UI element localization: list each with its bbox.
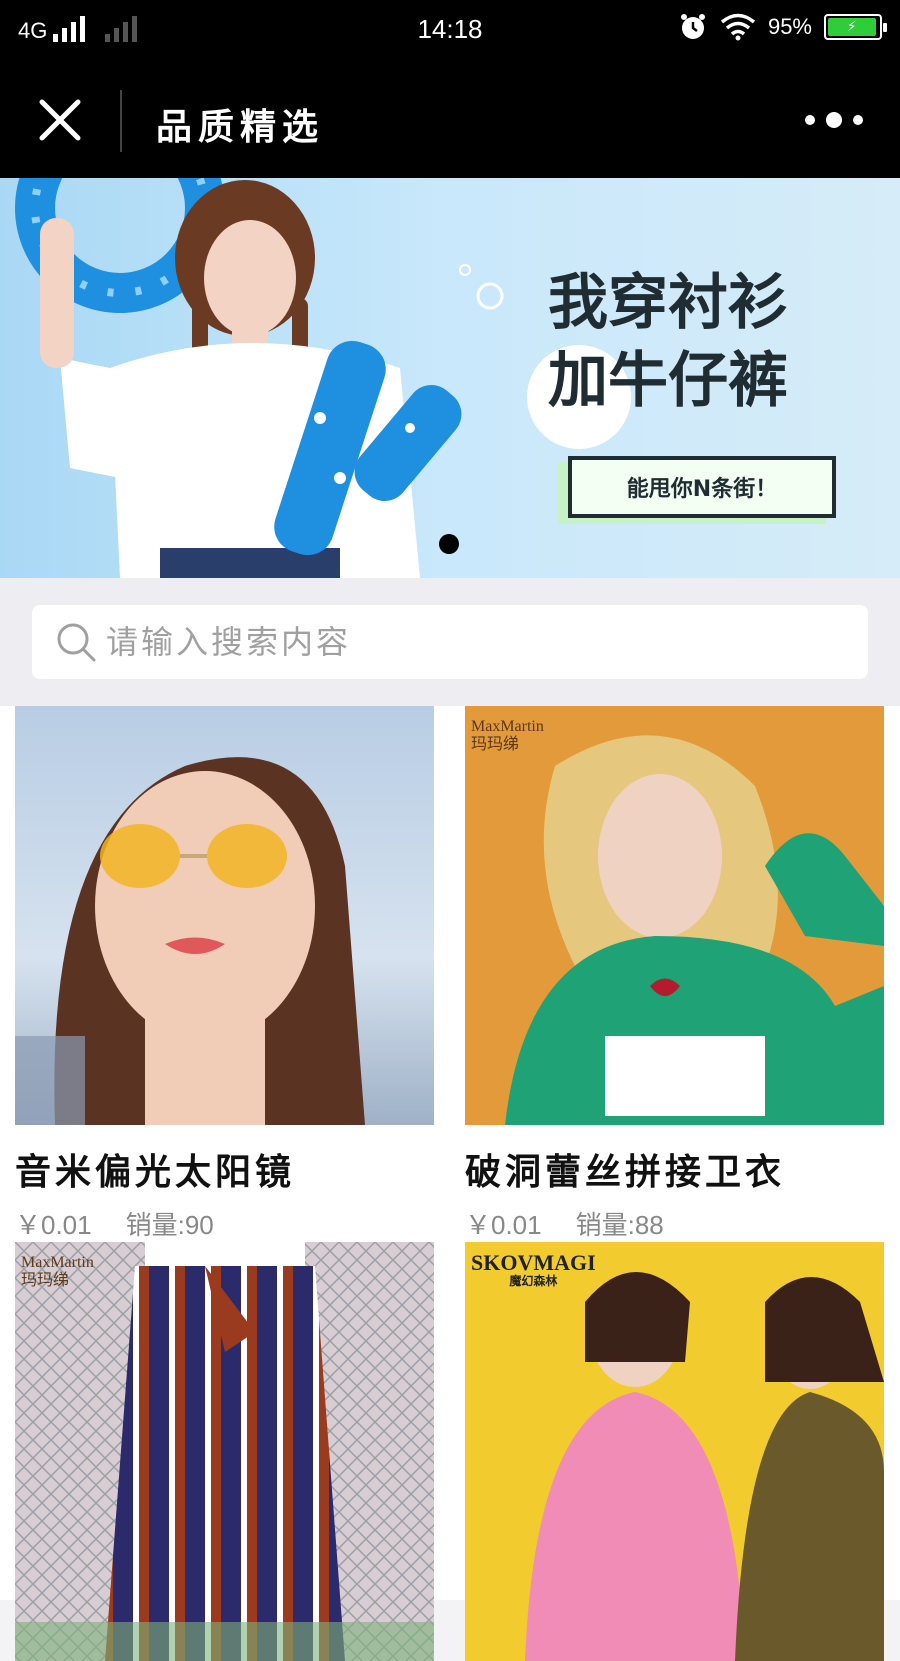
brand-logo: SKOVMAGI 魔幻森林 [471, 1250, 596, 1290]
product-price: ￥0.01 [465, 1210, 542, 1240]
product-image[interactable] [15, 706, 434, 1125]
product-sales: 销量:90 [125, 1210, 214, 1240]
alarm-icon [680, 14, 705, 39]
product-photo-sunglasses [15, 757, 365, 1125]
banner-headline-line1: 我穿衬衫 [548, 268, 788, 338]
more-options-icon[interactable] [790, 108, 870, 132]
product-card[interactable]: 音米偏光太阳镜 ￥0.01 销量:90 [15, 706, 434, 1242]
product-name: 破洞蕾丝拼接卫衣 [465, 1151, 786, 1193]
status-bar: 4G 14:18 95% ⚡ [0, 0, 900, 62]
wifi-icon [720, 13, 756, 41]
search-icon [57, 623, 96, 662]
search-bar[interactable] [32, 605, 868, 679]
product-image[interactable]: SKOVMAGI 魔幻森林 [465, 1242, 884, 1661]
banner-headline: 我穿衬衫 加牛仔裤 [548, 264, 788, 420]
brand-name-cn: 玛玛绨 [471, 736, 520, 753]
banner-headline-line2: 加牛仔裤 [548, 346, 788, 416]
brand-logo: MaxMartin 玛玛绨 [21, 1254, 94, 1290]
product-photo-striped-pants [15, 1242, 434, 1661]
brand-logo: MaxMartin 玛玛绨 [471, 718, 544, 754]
status-icons: 95% ⚡ [678, 12, 887, 42]
product-price: ￥0.01 [15, 1210, 92, 1240]
brand-name: SKOVMAGI [471, 1250, 596, 1275]
banner-model-illustration [15, 178, 504, 578]
promo-banner[interactable]: 我穿衬衫 加牛仔裤 能甩你N条街！ [0, 178, 900, 578]
banner-tagline: 能甩你N条街！ [568, 456, 836, 518]
page-title: 品质精选 [156, 106, 325, 148]
product-photo-pink-hoodie [525, 1272, 884, 1661]
battery-icon: ⚡ [824, 14, 887, 40]
nav-bar: 品质精选 [0, 62, 900, 178]
product-card[interactable]: MaxMartin 玛玛绨 [15, 1242, 434, 1661]
product-meta: ￥0.01 销量:88 [465, 1205, 884, 1242]
product-sales: 销量:88 [575, 1210, 664, 1240]
search-section [0, 578, 900, 706]
product-image[interactable]: MaxMartin 玛玛绨 [15, 1242, 434, 1661]
brand-name: MaxMartin [21, 1254, 94, 1271]
search-input[interactable] [106, 623, 846, 661]
product-photo-hoodie [505, 735, 884, 1125]
product-meta: ￥0.01 销量:90 [15, 1205, 434, 1242]
product-card[interactable]: SKOVMAGI 魔幻森林 [465, 1242, 884, 1661]
brand-name: MaxMartin [471, 718, 544, 735]
brand-name-cn: 玛玛绨 [21, 1272, 70, 1289]
nav-divider [120, 90, 122, 152]
product-grid: 音米偏光太阳镜 ￥0.01 销量:90 MaxMartin 玛玛绨 破洞蕾丝拼接… [0, 706, 900, 1661]
battery-percent: 95% [767, 14, 812, 39]
carousel-indicator[interactable] [439, 534, 459, 554]
close-icon[interactable] [36, 96, 84, 144]
product-image[interactable]: MaxMartin 玛玛绨 [465, 706, 884, 1125]
product-card[interactable]: MaxMartin 玛玛绨 破洞蕾丝拼接卫衣 ￥0.01 销量:88 [465, 706, 884, 1242]
product-name: 音米偏光太阳镜 [15, 1151, 296, 1193]
